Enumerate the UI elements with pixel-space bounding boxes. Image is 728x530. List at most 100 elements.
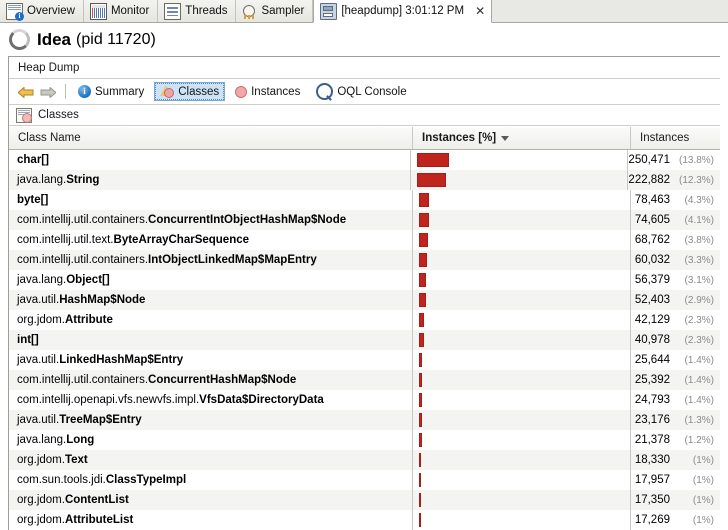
percent-bar <box>419 253 427 267</box>
instances-percent-value: (13.8%) <box>678 154 714 166</box>
classes-list-icon <box>16 107 32 123</box>
table-row[interactable]: char[] 250,471 (13.8%) <box>9 150 720 170</box>
cell-class-name: com.intellij.util.text. ByteArrayCharSequ… <box>9 230 413 250</box>
instances-percent-value: (3.3%) <box>684 254 714 266</box>
instances-percent-value: (1.3%) <box>684 414 714 426</box>
class-package: java.lang. <box>17 174 67 186</box>
table-row[interactable]: java.util. TreeMap$Entry 23,176 (1.3%) <box>9 410 720 430</box>
cell-instances-count: 42,129 (2.3%) <box>631 310 720 330</box>
toolbar-item-oql-console[interactable]: OQL Console <box>310 82 412 101</box>
cell-instances-count: 17,269 (1%) <box>631 510 720 530</box>
cell-instances-percent-bar <box>413 290 631 310</box>
class-package: java.util. <box>17 414 60 426</box>
column-header-instances-pct[interactable]: Instances [%] <box>413 127 631 149</box>
close-icon[interactable]: ✕ <box>475 5 485 17</box>
tab-overview[interactable]: Overview <box>0 0 84 22</box>
table-row[interactable]: java.util. LinkedHashMap$Entry 25,644 (1.4%… <box>9 350 720 370</box>
cell-instances-percent-bar <box>411 150 629 170</box>
table-row[interactable]: byte[] 78,463 (4.3%) <box>9 190 720 210</box>
column-header-class-name[interactable]: Class Name <box>9 127 413 149</box>
toolbar-item-instances[interactable]: Instances <box>229 82 306 101</box>
back-button[interactable] <box>15 81 37 103</box>
class-simple-name: HashMap$Node <box>59 294 146 306</box>
loading-spinner-icon <box>9 29 30 50</box>
cell-instances-percent-bar <box>413 270 631 290</box>
table-row[interactable]: java.util. HashMap$Node 52,403 (2.9%) <box>9 290 720 310</box>
cell-class-name: java.util. TreeMap$Entry <box>9 410 413 430</box>
toolbar-item-summary[interactable]: i Summary <box>72 82 150 101</box>
cell-instances-percent-bar <box>413 390 631 410</box>
cell-instances-percent-bar <box>411 170 629 190</box>
table-row[interactable]: org.jdom. AttributeList 17,269 (1%) <box>9 510 720 530</box>
instances-count-value: 17,269 <box>634 514 670 526</box>
main-tab-strip: Overview Monitor Threads Sampler [heapdu… <box>0 0 728 23</box>
percent-bar <box>419 213 429 227</box>
heapdump-icon <box>320 2 338 20</box>
table-row[interactable]: com.intellij.util.containers. ConcurrentI… <box>9 210 720 230</box>
cell-instances-count: 250,471 (13.8%) <box>628 150 720 170</box>
class-package: com.intellij.util.containers. <box>17 374 149 386</box>
table-row[interactable]: org.jdom. Text 18,330 (1%) <box>9 450 720 470</box>
instances-count-value: 68,762 <box>634 234 670 246</box>
column-header-instances[interactable]: Instances <box>631 127 720 149</box>
oql-console-icon <box>316 83 334 100</box>
table-row[interactable]: com.intellij.openapi.vfs.newvfs.impl. Vfs… <box>9 390 720 410</box>
percent-bar <box>419 193 429 207</box>
instances-count-value: 78,463 <box>634 194 670 206</box>
cell-class-name: org.jdom. Text <box>9 450 413 470</box>
tab-monitor[interactable]: Monitor <box>83 0 159 22</box>
percent-bar <box>419 273 427 287</box>
cell-instances-count: 68,762 (3.8%) <box>631 230 720 250</box>
tab-threads[interactable]: Threads <box>158 0 237 22</box>
class-package: org.jdom. <box>17 454 65 466</box>
table-row[interactable]: com.sun.tools.jdi. ClassTypeImpl 17,957 (1%… <box>9 470 720 490</box>
class-simple-name: int[] <box>17 334 39 346</box>
monitor-icon <box>89 2 107 20</box>
percent-bar <box>419 393 423 407</box>
toolbar-item-classes-label: Classes <box>178 85 220 98</box>
forward-button[interactable] <box>37 81 59 103</box>
instances-count-value: 25,644 <box>634 354 670 366</box>
table-row[interactable]: com.intellij.util.containers. IntObjectLi… <box>9 250 720 270</box>
instances-percent-value: (12.3%) <box>678 174 714 186</box>
cell-instances-count: 18,330 (1%) <box>631 450 720 470</box>
table-row[interactable]: org.jdom. ContentList 17,350 (1%) <box>9 490 720 510</box>
table-row[interactable]: com.intellij.util.containers. ConcurrentH… <box>9 370 720 390</box>
table-row[interactable]: org.jdom. Attribute 42,129 (2.3%) <box>9 310 720 330</box>
table-row[interactable]: java.lang. Object[] 56,379 (3.1%) <box>9 270 720 290</box>
instances-count-value: 222,882 <box>628 174 670 186</box>
cell-class-name: char[] <box>9 150 412 170</box>
class-simple-name: String <box>66 174 100 186</box>
page-title: Idea <box>37 29 72 49</box>
process-id-label: (pid 11720) <box>76 30 156 48</box>
table-row[interactable]: com.intellij.util.text. ByteArrayCharSequ… <box>9 230 720 250</box>
cell-instances-count: 17,957 (1%) <box>631 470 720 490</box>
class-package: com.intellij.util.text. <box>17 234 114 246</box>
table-row[interactable]: java.lang. String 222,882 (12.3%) <box>9 170 720 190</box>
cell-instances-count: 40,978 (2.3%) <box>631 330 720 350</box>
instances-percent-value: (1%) <box>692 474 714 486</box>
instances-percent-value: (2.9%) <box>684 294 714 306</box>
tab-sampler[interactable]: Sampler <box>236 0 314 22</box>
cell-instances-count: 25,392 (1.4%) <box>631 370 720 390</box>
table-row[interactable]: java.lang. Long 21,378 (1.2%) <box>9 430 720 450</box>
cell-instances-percent-bar <box>413 330 631 350</box>
tab-heapdump[interactable]: [heapdump] 3:01:12 PM ✕ <box>313 0 493 23</box>
instances-count-value: 52,403 <box>634 294 670 306</box>
class-simple-name: Object[] <box>66 274 110 286</box>
cell-class-name: org.jdom. Attribute <box>9 310 413 330</box>
table-row[interactable]: int[] 40,978 (2.3%) <box>9 330 720 350</box>
application-header: Idea (pid 11720) <box>0 23 728 56</box>
toolbar-item-classes[interactable]: Classes <box>154 82 226 101</box>
percent-bar <box>419 413 422 427</box>
summary-icon: i <box>78 85 91 98</box>
table-body: char[] 250,471 (13.8%) java.lang. String 222,… <box>9 150 720 530</box>
toolbar-item-instances-label: Instances <box>251 85 301 98</box>
cell-class-name: java.util. LinkedHashMap$Entry <box>9 350 413 370</box>
tab-threads-label: Threads <box>185 5 228 17</box>
cell-class-name: com.intellij.util.containers. IntObjectLi… <box>9 250 413 270</box>
cell-class-name: java.util. HashMap$Node <box>9 290 413 310</box>
class-simple-name: LinkedHashMap$Entry <box>59 354 184 366</box>
percent-bar <box>419 333 425 347</box>
cell-class-name: com.intellij.openapi.vfs.newvfs.impl. Vfs… <box>9 390 413 410</box>
